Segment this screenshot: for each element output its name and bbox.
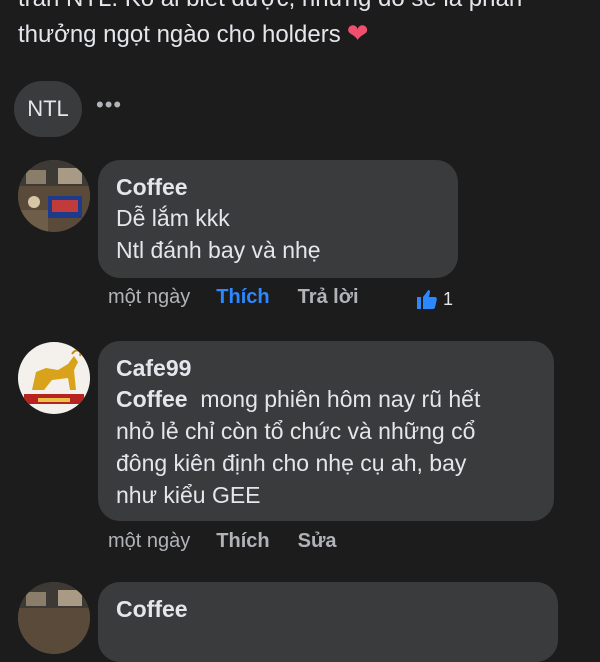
mention-link[interactable]: Coffee <box>116 386 188 412</box>
comment-text-line-4: như kiểu GEE <box>116 482 261 508</box>
avatar[interactable] <box>18 582 90 654</box>
comment-time: một ngày <box>108 286 191 308</box>
post-text-line-2-text: thưởng ngọt ngào cho holders <box>18 21 341 48</box>
comment-text: mong phiên hôm nay rũ hết <box>200 386 481 412</box>
reaction-count[interactable]: 1 <box>415 287 453 311</box>
comment-text-line-3: đông kiên định cho nhẹ cụ ah, bay <box>116 450 467 476</box>
comment-time: một ngày <box>108 530 191 552</box>
post-text-line-1: trần NTL. Ko ai biết được, nhưng đó sẽ l… <box>18 0 588 16</box>
post-text: trần NTL. Ko ai biết được, nhưng đó sẽ l… <box>18 0 588 52</box>
like-button[interactable]: Thích <box>216 286 269 309</box>
comment-text-line-1: Dễ lắm kkk <box>116 205 230 231</box>
heart-icon: ❤ <box>346 18 369 48</box>
edit-button[interactable]: Sửa <box>298 530 337 553</box>
comment-bubble: Cafe99 Coffee mong phiên hôm nay rũ hết … <box>98 341 554 521</box>
avatar[interactable] <box>18 342 90 414</box>
like-count: 1 <box>443 288 454 309</box>
thumbs-up-icon <box>417 290 437 309</box>
comment-text-line-1: Coffee mong phiên hôm nay rũ hết <box>116 383 536 415</box>
comment-author[interactable]: Coffee <box>116 594 540 624</box>
comment-actions: một ngày Thích Sửa <box>108 530 365 553</box>
tag-chip-ntl[interactable]: NTL <box>14 81 82 137</box>
comment-bubble: Coffee Dễ lắm kkk Ntl đánh bay và nhẹ <box>98 160 458 278</box>
post-text-line-2: thưởng ngọt ngào cho holders ❤ <box>18 16 588 52</box>
more-dots-icon[interactable]: ••• <box>96 92 122 118</box>
comment-bubble: Coffee <box>98 582 558 662</box>
comment-author[interactable]: Coffee <box>116 172 440 202</box>
like-button[interactable]: Thích <box>216 530 269 553</box>
avatar[interactable] <box>18 160 90 232</box>
reply-button[interactable]: Trả lời <box>298 286 359 309</box>
comment-author[interactable]: Cafe99 <box>116 353 536 383</box>
comment-text-line-2: nhỏ lẻ chỉ còn tổ chức và những cổ <box>116 418 476 444</box>
comment-text-line-2: Ntl đánh bay và nhẹ <box>116 237 321 263</box>
comment-actions: một ngày Thích Trả lời <box>108 286 387 309</box>
